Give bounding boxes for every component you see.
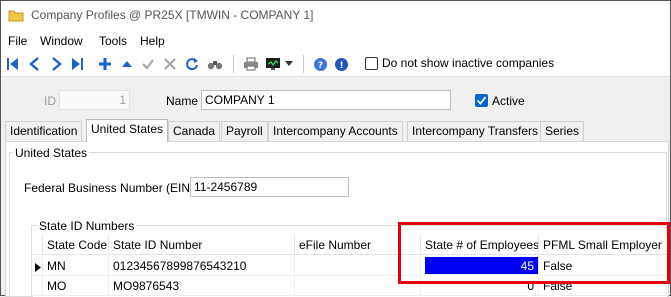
- inactive-companies-checkbox[interactable]: [365, 57, 378, 70]
- state-id-group-title: State ID Numbers: [37, 219, 137, 233]
- next-record-icon[interactable]: [47, 55, 65, 73]
- info-icon[interactable]: !: [332, 55, 350, 73]
- add-icon[interactable]: [96, 55, 114, 73]
- id-label: ID: [44, 94, 56, 108]
- united-states-group-title: United States: [13, 146, 90, 160]
- name-field[interactable]: COMPANY 1: [201, 90, 451, 110]
- save-check-icon[interactable]: [139, 55, 157, 73]
- title-bar: Company Profiles @ PR25X [TMWIN - COMPAN…: [1, 1, 670, 31]
- ein-field[interactable]: 11-2456789: [190, 177, 349, 197]
- dropdown-arrow-icon[interactable]: [284, 55, 294, 73]
- current-row-indicator-icon: [33, 256, 43, 276]
- menu-window[interactable]: Window: [40, 34, 83, 48]
- refresh-icon[interactable]: [183, 55, 201, 73]
- svg-text:?: ?: [317, 61, 322, 71]
- inactive-companies-label: Do not show inactive companies: [382, 56, 555, 70]
- first-record-icon[interactable]: [4, 55, 22, 73]
- last-record-icon[interactable]: [68, 55, 86, 73]
- company-profiles-window: Company Profiles @ PR25X [TMWIN - COMPAN…: [0, 0, 671, 297]
- row-header-corner: [33, 235, 43, 255]
- move-up-icon[interactable]: [118, 55, 136, 73]
- tab-intercompany-transfers[interactable]: Intercompany Transfers: [407, 121, 544, 141]
- active-label: Active: [492, 94, 525, 108]
- tab-canada[interactable]: Canada: [168, 121, 221, 141]
- column-header-state-id-number[interactable]: State ID Number: [109, 235, 295, 255]
- menu-help[interactable]: Help: [140, 34, 165, 48]
- row-header: [33, 276, 43, 296]
- toolbar-separator: [233, 55, 234, 73]
- ein-label: Federal Business Number (EIN): [24, 181, 195, 195]
- tab-united-states[interactable]: United States: [86, 119, 169, 142]
- menu-file[interactable]: File: [8, 34, 27, 48]
- toolbar-separator: [303, 55, 304, 73]
- tab-payroll[interactable]: Payroll: [221, 121, 268, 141]
- cell-state-id-number[interactable]: 01234567899876543210: [109, 256, 295, 276]
- column-header-state-code[interactable]: State Code: [43, 235, 109, 255]
- svg-text:!: !: [339, 61, 343, 71]
- find-binoculars-icon[interactable]: [206, 55, 224, 73]
- cell-state-code[interactable]: MO: [43, 276, 109, 296]
- tab-series[interactable]: Series: [540, 121, 585, 141]
- id-field[interactable]: 1: [59, 90, 130, 110]
- menu-tools[interactable]: Tools: [99, 34, 127, 48]
- cancel-icon[interactable]: [161, 55, 179, 73]
- help-icon[interactable]: ?: [311, 55, 329, 73]
- tab-intercompany-accounts[interactable]: Intercompany Accounts: [268, 121, 403, 141]
- menu-bar: File Window Tools Help: [1, 31, 670, 51]
- folder-icon: [8, 7, 24, 23]
- print-icon[interactable]: [242, 55, 260, 73]
- window-title: Company Profiles @ PR25X [TMWIN - COMPAN…: [31, 8, 314, 22]
- toolbar: ? ! Do not show inactive companies: [1, 51, 670, 77]
- report-monitor-icon[interactable]: [264, 55, 282, 73]
- active-checkbox[interactable]: [475, 94, 488, 107]
- cell-state-code[interactable]: MN: [43, 256, 109, 276]
- cell-state-id-number[interactable]: MO9876543: [109, 276, 295, 296]
- highlight-box: [398, 222, 670, 284]
- tab-identification[interactable]: Identification: [5, 121, 83, 141]
- name-label: Name: [166, 94, 199, 108]
- previous-record-icon[interactable]: [26, 55, 44, 73]
